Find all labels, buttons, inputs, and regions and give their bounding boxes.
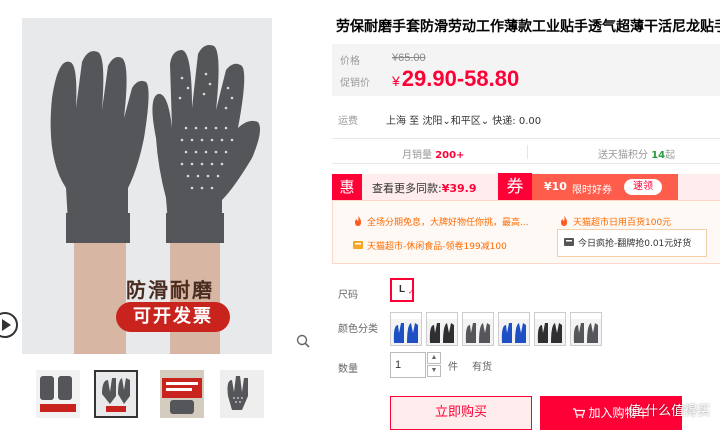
promotions-panel: 全场分期免息，大牌好物任你挑，最高... 天猫超市日用百货100元 天猫超市-休… (332, 200, 720, 264)
thumbnail-4[interactable] (220, 370, 264, 418)
main-product-image[interactable]: 防滑耐磨 可开发票 (22, 18, 272, 354)
flame-icon (355, 216, 361, 226)
sale-price: ¥29.90-58.80 (392, 66, 520, 91)
play-video-button[interactable] (0, 312, 18, 338)
color-swatch-black-2[interactable] (534, 312, 566, 346)
coupon-tag: 券 (498, 173, 532, 201)
watermark: 值 什么值得买 (628, 404, 711, 419)
sale-price-label: 促销价 (340, 78, 370, 89)
flame-icon (561, 216, 567, 226)
original-price: ¥65.00 (392, 52, 426, 64)
coupon-row: 惠 查看更多同款:¥39.9 券 ¥10 限时好券 速领 (332, 173, 720, 201)
sales-stats: 月销量 200+ 送天猫积分 14起 (332, 138, 720, 164)
product-info: 劳保耐磨手套防滑劳动工作薄款工业贴手透气超薄干活尼龙贴手加厚 价格 ¥65.00… (330, 0, 720, 447)
coupon-limit-label: 限时好券 (572, 185, 612, 196)
original-price-label: 价格 (340, 56, 360, 67)
shipping-destination[interactable]: 上海 至 沈阳⌄和平区⌄ 快递: 0.00 (386, 112, 541, 127)
buy-now-button[interactable]: 立即购买 (390, 396, 532, 430)
product-gallery: 防滑耐磨 可开发票 (0, 0, 320, 447)
coupon-icon (564, 238, 574, 246)
size-option-l[interactable]: L (390, 278, 414, 303)
coupon-icon (353, 241, 363, 249)
stock-status: 有货 (472, 362, 492, 373)
quantity-unit: 件 (448, 362, 458, 373)
product-title: 劳保耐磨手套防滑劳动工作薄款工业贴手透气超薄干活尼龙贴手加厚 (336, 19, 720, 35)
stats-divider (527, 145, 528, 159)
color-swatch-black-1[interactable] (426, 312, 458, 346)
quantity-increase-button[interactable]: ▲ (427, 352, 441, 364)
promo-snacks[interactable]: 天猫超市-休闲食品-领卷199减100 (353, 239, 507, 252)
thumbnail-3[interactable] (160, 370, 204, 418)
zoom-icon[interactable] (296, 334, 310, 348)
thumbnail-strip (36, 370, 276, 422)
tmall-points: 送天猫积分 14起 (598, 150, 676, 161)
claim-coupon-button[interactable]: 速领 (624, 179, 662, 195)
cart-icon (573, 408, 586, 418)
color-swatches (390, 312, 690, 348)
more-similar-link[interactable]: 查看更多同款:¥39.9 (372, 180, 477, 196)
color-swatch-gray-1[interactable] (462, 312, 494, 346)
promo-text: 防滑耐磨 (126, 278, 214, 302)
quantity-label: 数量 (338, 364, 358, 375)
color-swatch-blue-1[interactable] (390, 312, 422, 346)
monthly-sales: 月销量 200+ (402, 150, 465, 161)
promo-flash-deal[interactable]: 今日疯抢-翻牌抢0.01元好货 (557, 229, 707, 257)
promo-supermarket-100[interactable]: 天猫超市日用百货100元 (559, 215, 671, 228)
size-label: 尺码 (338, 290, 358, 301)
coupon-body: ¥10 限时好券 速领 (532, 174, 678, 200)
shipping-label: 运费 (338, 116, 358, 127)
promo-installment[interactable]: 全场分期免息，大牌好物任你挑，最高... (353, 215, 529, 228)
thumbnail-1[interactable] (36, 370, 80, 418)
color-label: 颜色分类 (338, 324, 378, 335)
thumbnail-2[interactable] (94, 370, 138, 418)
hui-badge: 惠 (332, 174, 362, 200)
color-swatch-blue-2[interactable] (498, 312, 530, 346)
invoice-badge: 可开发票 (116, 302, 230, 332)
quantity-input[interactable]: 1 (390, 352, 426, 378)
price-box: 价格 ¥65.00 促销价 ¥29.90-58.80 (332, 44, 720, 96)
quantity-decrease-button[interactable]: ▼ (427, 365, 441, 377)
color-swatch-gray-2[interactable] (570, 312, 602, 346)
coupon-amount: ¥10 (544, 180, 567, 193)
